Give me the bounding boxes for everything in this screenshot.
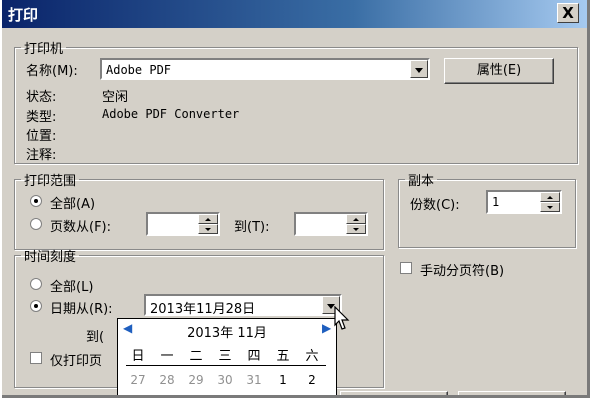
spin-down-icon[interactable] <box>346 224 366 234</box>
printer-name-select[interactable]: Adobe PDF <box>100 58 430 80</box>
ok-button[interactable] <box>340 391 448 395</box>
dialog-title: 打印 <box>8 6 39 24</box>
status-value: 空闲 <box>102 90 129 105</box>
calendar-divider <box>126 365 326 366</box>
spin-up-icon[interactable] <box>346 214 366 224</box>
date-from-picker[interactable]: 2013年11月28日 <box>144 294 342 317</box>
spin-up-icon[interactable] <box>540 192 560 202</box>
printer-group: 打印机 <box>14 38 578 164</box>
timescale-date-label[interactable]: 日期从(R): <box>50 298 113 317</box>
weekday-label: 五 <box>276 349 290 364</box>
title-bar: 打印 X <box>2 0 587 28</box>
spin-down-icon[interactable] <box>198 224 218 234</box>
weekday-label: 六 <box>305 349 319 364</box>
next-month-icon[interactable]: ▶ <box>322 321 331 335</box>
calendar-day[interactable]: 30 <box>213 373 237 387</box>
timescale-date-radio[interactable] <box>30 300 42 312</box>
pages-to-arrows[interactable] <box>346 214 366 234</box>
range-pages-label[interactable]: 页数从(F): <box>50 216 111 235</box>
printer-name-label: 名称(M): <box>26 64 78 79</box>
timescale-all-label[interactable]: 全部(L) <box>50 276 93 295</box>
comment-label: 注释: <box>26 148 57 163</box>
copies-arrows[interactable] <box>540 192 560 212</box>
print-only-label[interactable]: 仅打印页 <box>50 350 102 369</box>
calendar-month-label: 2013年 11月 <box>187 326 267 341</box>
cancel-button[interactable] <box>458 391 566 395</box>
copies-count-label: 份数(C): <box>410 198 460 213</box>
calendar-day[interactable]: 1 <box>271 373 295 387</box>
type-value: Adobe PDF Converter <box>102 107 240 121</box>
manual-duplex-checkbox[interactable] <box>400 262 412 274</box>
calendar-day[interactable]: 29 <box>184 373 208 387</box>
range-to-label: 到(T): <box>234 220 270 235</box>
type-label: 类型: <box>26 110 57 125</box>
weekday-label: 日 <box>131 349 145 364</box>
print-range-legend: 打印范围 <box>24 174 77 189</box>
mouse-pointer-icon <box>334 306 350 330</box>
weekday-label: 一 <box>160 349 174 364</box>
location-label: 位置: <box>26 129 57 144</box>
close-button[interactable]: X <box>557 3 579 23</box>
pages-to-spinner[interactable] <box>294 212 368 236</box>
chevron-down-icon[interactable] <box>410 60 428 78</box>
weekday-label: 二 <box>189 349 203 364</box>
printer-name-value: Adobe PDF <box>106 63 172 77</box>
print-only-checkbox[interactable] <box>30 352 42 364</box>
printer-group-legend: 打印机 <box>24 42 64 57</box>
pages-from-spinner[interactable] <box>146 212 220 236</box>
timescale-to-label: 到( <box>86 330 105 345</box>
timescale-all-radio[interactable] <box>30 278 42 290</box>
calendar-dropdown: ◀ 2013年 11月 ▶ 日 一 二 三 四 五 六 27 28 29 30 … <box>117 318 337 395</box>
calendar-day[interactable]: 28 <box>155 373 179 387</box>
date-from-value: 2013年11月28日 <box>150 302 256 317</box>
copies-spinner[interactable]: 1 <box>486 190 562 214</box>
calendar-day[interactable]: 31 <box>242 373 266 387</box>
print-dialog: 打印 X 打印机 名称(M): Adobe PDF 属性(E) 状态: 空闲 类… <box>2 0 590 398</box>
range-all-label[interactable]: 全部(A) <box>50 193 95 212</box>
properties-button-label: 属性(E) <box>476 63 522 78</box>
spin-up-icon[interactable] <box>198 214 218 224</box>
timescale-legend: 时间刻度 <box>24 250 77 265</box>
weekday-label: 三 <box>218 349 232 364</box>
range-all-radio[interactable] <box>30 195 42 207</box>
weekday-label: 四 <box>247 349 261 364</box>
properties-button[interactable]: 属性(E) <box>444 58 554 84</box>
spin-down-icon[interactable] <box>540 202 560 212</box>
range-pages-radio[interactable] <box>30 218 42 230</box>
copies-count-value: 1 <box>492 195 500 209</box>
copies-legend: 副本 <box>408 174 435 189</box>
pages-from-arrows[interactable] <box>198 214 218 234</box>
calendar-day[interactable]: 2 <box>300 373 324 387</box>
calendar-day[interactable]: 27 <box>126 373 150 387</box>
manual-duplex-label[interactable]: 手动分页符(B) <box>420 260 504 279</box>
status-label: 状态: <box>26 90 57 105</box>
